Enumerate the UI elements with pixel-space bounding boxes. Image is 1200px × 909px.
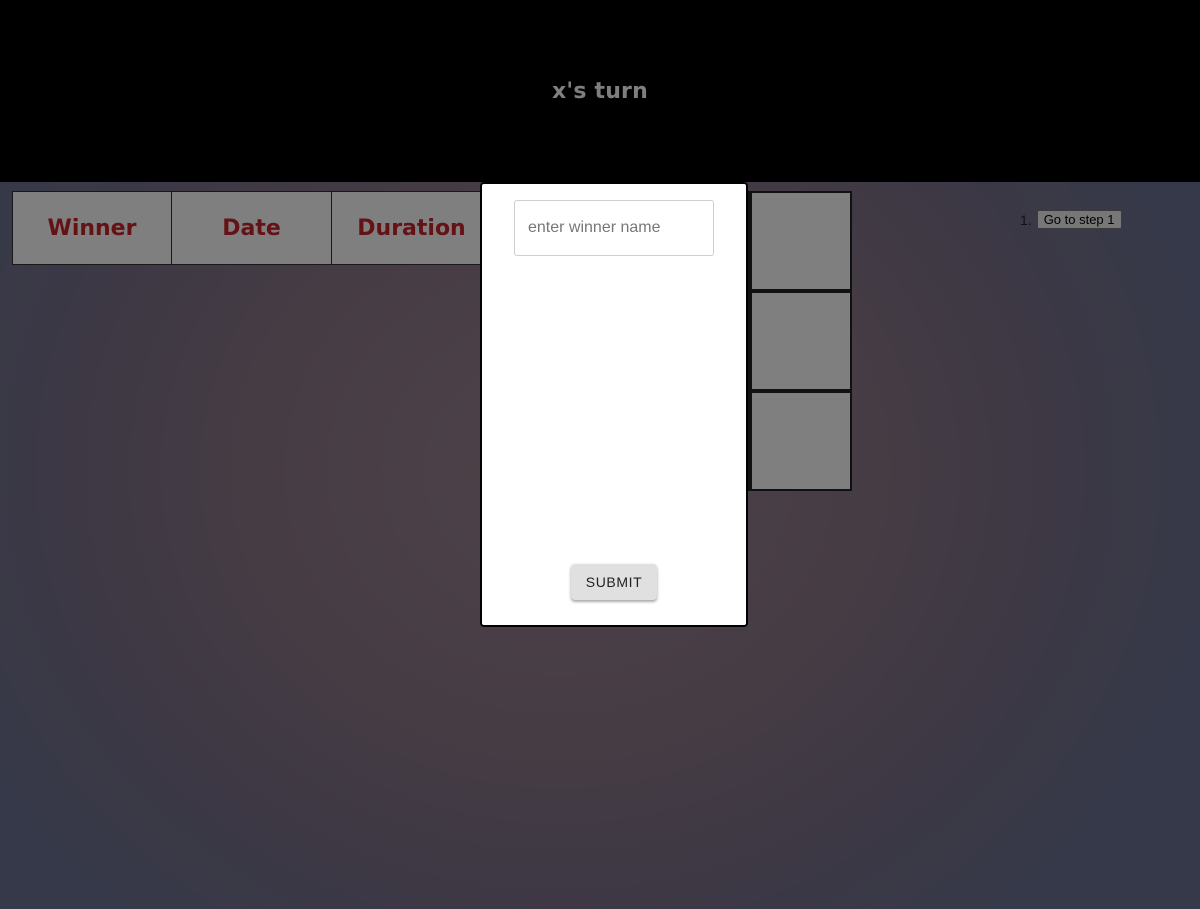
submit-button[interactable]: SUBMIT <box>571 564 657 600</box>
winner-name-input[interactable] <box>514 200 714 256</box>
winner-modal: SUBMIT <box>480 182 748 627</box>
